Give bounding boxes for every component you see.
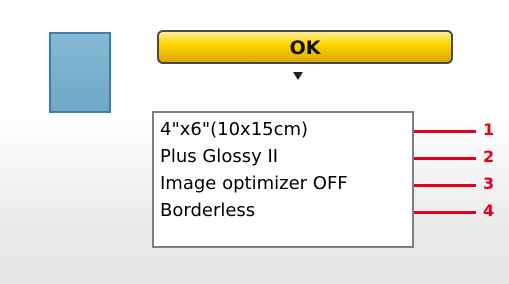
callout-number-1: 1 [483,120,495,139]
callout-number-3: 3 [483,174,495,193]
callout-number-4: 4 [483,201,495,220]
setting-image-optimizer: Image optimizer OFF [160,173,348,194]
setting-layout: Borderless [160,200,256,221]
callout-line-3 [414,184,476,187]
callout-line-2 [414,157,476,160]
ok-button-label: OK [289,36,321,59]
down-triangle-icon [293,72,303,80]
setting-page-size: 4"x6"(10x15cm) [160,119,309,140]
callout-line-1 [414,130,476,133]
callout-number-2: 2 [483,147,495,166]
paper-preview-thumbnail [49,32,111,113]
setting-media-type: Plus Glossy II [160,146,279,167]
ok-button[interactable]: OK [157,30,453,64]
callout-line-4 [414,211,476,214]
